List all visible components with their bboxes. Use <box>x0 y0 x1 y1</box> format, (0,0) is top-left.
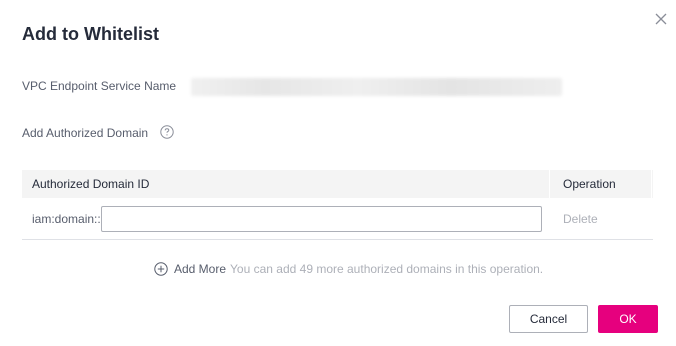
column-header-operation: Operation <box>563 177 616 191</box>
authorized-domain-table: Authorized Domain ID Operation iam:domai… <box>22 170 653 240</box>
column-divider <box>651 170 652 198</box>
vpc-endpoint-service-name-value <box>191 78 562 96</box>
dialog-title: Add to Whitelist <box>22 24 159 44</box>
ok-button[interactable]: OK <box>598 305 658 333</box>
authorized-domain-id-input[interactable] <box>101 206 542 232</box>
add-more-link[interactable]: Add More <box>174 262 226 276</box>
table-row: iam:domain:: Delete <box>22 198 653 240</box>
column-divider <box>549 170 550 198</box>
close-icon[interactable] <box>652 10 670 28</box>
plus-circle-icon[interactable] <box>154 262 168 276</box>
table-header: Authorized Domain ID Operation <box>22 170 653 198</box>
column-header-authorized-domain-id: Authorized Domain ID <box>32 177 150 191</box>
delete-button[interactable]: Delete <box>563 212 598 226</box>
add-more-hint: You can add 49 more authorized domains i… <box>230 262 544 276</box>
add-to-whitelist-dialog: Add to Whitelist VPC Endpoint Service Na… <box>0 0 676 346</box>
add-authorized-domain-label: Add Authorized Domain <box>22 126 149 140</box>
cancel-button[interactable]: Cancel <box>509 305 588 333</box>
domain-prefix: iam:domain:: <box>32 212 101 226</box>
vpc-endpoint-service-name-label: VPC Endpoint Service Name <box>22 79 177 93</box>
question-circle-icon[interactable] <box>160 125 174 139</box>
add-more-row: Add More You can add 49 more authorized … <box>154 262 543 276</box>
